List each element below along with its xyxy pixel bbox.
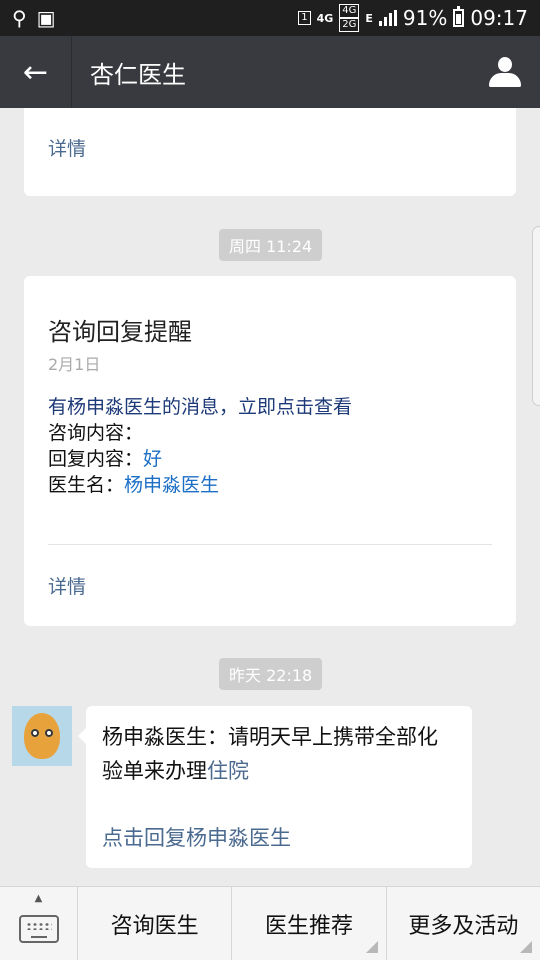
submenu-corner-icon: [519, 941, 532, 953]
reply-label: 回复内容：: [48, 448, 144, 470]
doctor-label: 医生名：: [48, 474, 125, 496]
network-e-label: E: [365, 11, 373, 25]
message-bubble[interactable]: 杨申淼医生：请明天早上携带全部化验单来办理住院 点击回复杨申淼医生: [78, 706, 472, 868]
card-details-link[interactable]: 详情: [48, 572, 86, 599]
back-button[interactable]: ←: [0, 36, 72, 108]
status-bar: ⚲ ▣ 1 4G 4G 2G E 91% 09:17: [0, 0, 540, 36]
card-notice: 有杨申淼医生的消息，立即点击查看: [48, 396, 353, 418]
page-title: 杏仁医生: [90, 60, 186, 89]
previous-card-details-link[interactable]: 详情: [48, 134, 86, 161]
card-date: 2月1日: [48, 355, 101, 374]
profile-button[interactable]: [470, 36, 540, 108]
menu-consult-doctor[interactable]: 咨询医生: [78, 887, 233, 960]
signal-icon: [378, 10, 397, 26]
card-inquiry-row: 咨询内容：: [48, 418, 143, 445]
bubble-text: 杨申淼医生：请明天早上携带全部化验单来办理住院: [102, 720, 458, 788]
screenshot-icon: ▣: [36, 6, 56, 30]
battery-icon: [453, 6, 465, 27]
scroll-indicator[interactable]: [532, 226, 540, 406]
arrow-left-icon: ←: [22, 54, 49, 90]
almond-mascot-icon: [24, 713, 60, 759]
network-2g-box: 2G: [339, 18, 360, 32]
bubble-text-main: 杨申淼医生：请明天早上携带全部化验单来办理: [102, 725, 438, 783]
notification-badge: 1: [298, 11, 311, 25]
doctor-avatar[interactable]: [12, 706, 72, 766]
menu-more-activities[interactable]: 更多及活动: [387, 887, 540, 960]
timestamp-chip: 周四 11:24: [219, 229, 323, 261]
network-4g-box: 4G: [339, 4, 360, 18]
title-bar: ← 杏仁医生: [0, 36, 540, 108]
bottom-menu-bar: ▲ 咨询医生 医生推荐 更多及活动: [0, 886, 540, 960]
inquiry-label: 咨询内容：: [48, 422, 144, 444]
clock: 09:17: [470, 6, 528, 30]
menu-label: 咨询医生: [110, 914, 199, 939]
notification-card[interactable]: 咨询回复提醒 2月1日 有杨申淼医生的消息，立即点击查看 咨询内容： 回复内容：…: [24, 276, 516, 626]
person-icon: [489, 57, 521, 87]
battery-percent: 91%: [402, 6, 448, 30]
keyboard-toggle-button[interactable]: ▲: [0, 887, 78, 960]
reply-doctor-link[interactable]: 点击回复杨申淼医生: [102, 822, 291, 852]
card-doctor-row: 医生名：杨申淼医生: [48, 470, 219, 497]
card-title: 咨询回复提醒: [48, 318, 192, 346]
previous-card[interactable]: 详情: [24, 108, 516, 196]
caret-up-icon: ▲: [34, 893, 43, 904]
menu-doctor-recommend[interactable]: 医生推荐: [232, 887, 387, 960]
timestamp-chip: 昨天 22:18: [219, 658, 323, 690]
card-divider: [48, 544, 492, 545]
submenu-corner-icon: [365, 941, 378, 953]
menu-label: 更多及活动: [408, 914, 519, 939]
usb-icon: ⚲: [12, 6, 27, 30]
doctor-value: 杨申淼医生: [124, 474, 220, 496]
chat-area[interactable]: 详情 周四 11:24 咨询回复提醒 2月1日 有杨申淼医生的消息，立即点击查看…: [0, 108, 540, 886]
hospitalization-link[interactable]: 住院: [207, 759, 249, 783]
network-4g-label: 4G: [316, 11, 334, 25]
reply-value: 好: [143, 448, 163, 470]
card-reply-row: 回复内容：好: [48, 444, 162, 471]
menu-label: 医生推荐: [264, 914, 353, 939]
keyboard-icon: [18, 915, 59, 943]
